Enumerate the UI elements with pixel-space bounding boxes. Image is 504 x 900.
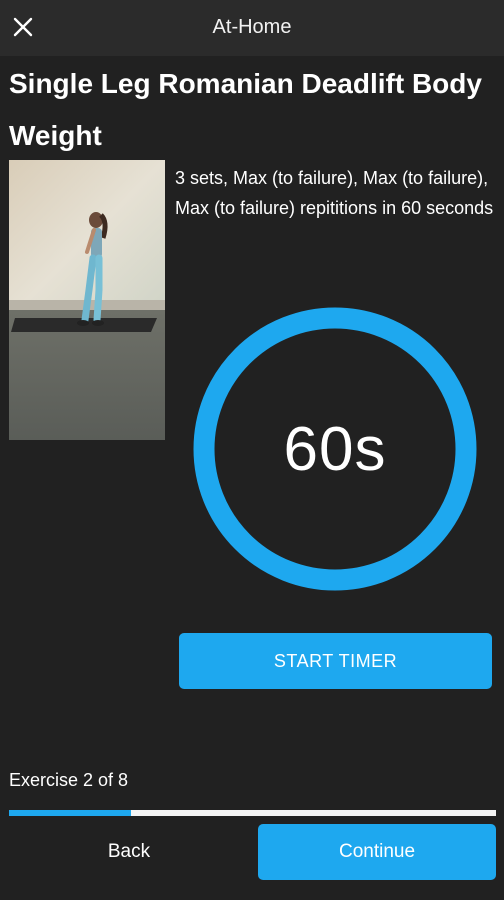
exercise-progress-label: Exercise 2 of 8 — [9, 770, 129, 790]
timer-display: 60s — [283, 414, 387, 484]
exercise-description: 3 sets, Max (to failure), Max (to failur… — [175, 168, 494, 218]
top-bar: At-Home — [0, 0, 504, 56]
exercise-image — [9, 160, 165, 440]
back-button[interactable]: Back — [9, 826, 249, 878]
header-title: At-Home — [212, 16, 292, 38]
start-timer-button[interactable]: START TIMER — [179, 633, 492, 689]
exercise-progress-fill — [9, 810, 131, 816]
continue-button[interactable]: Continue — [258, 824, 496, 880]
exercise-title: Single Leg Romanian Deadlift Body Weight — [9, 68, 482, 151]
exercise-progress-bar — [9, 810, 496, 816]
